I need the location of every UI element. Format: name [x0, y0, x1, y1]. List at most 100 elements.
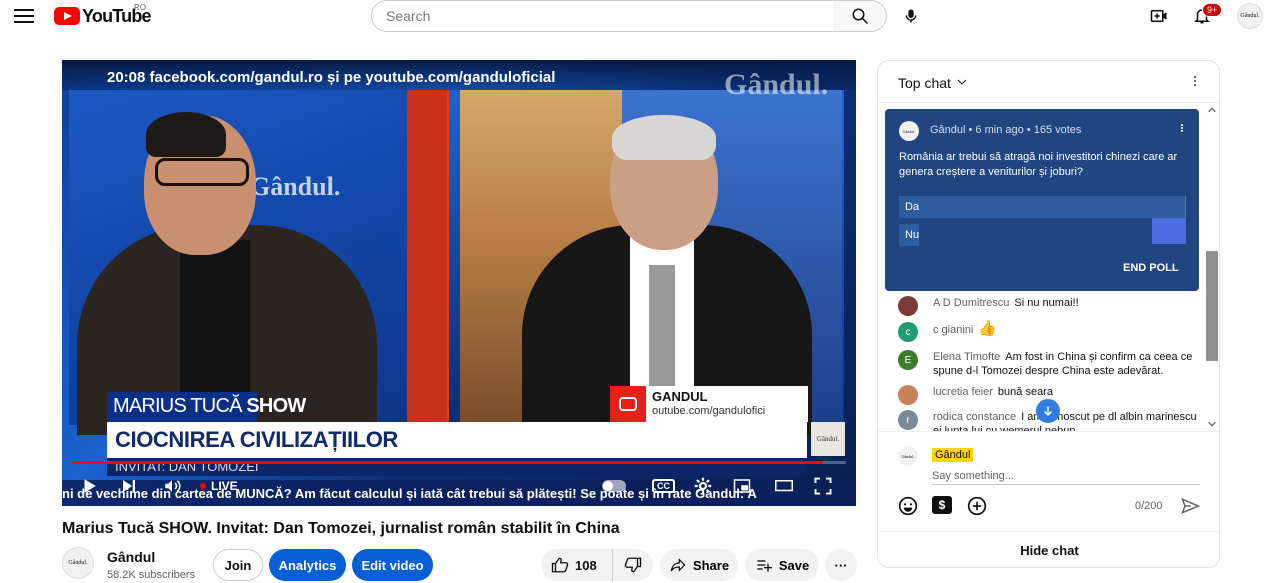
share-label: Share	[692, 557, 730, 573]
channel-tag-name: GANDUL	[652, 389, 708, 404]
settings-button[interactable]	[694, 472, 712, 500]
corner-logo: Gândul.	[811, 422, 845, 456]
search-input[interactable]	[386, 1, 826, 31]
channel-tag: GANDUL outube.com/gandulofici	[610, 386, 808, 422]
chat-mode-selector[interactable]: Top chat	[898, 75, 951, 91]
next-button[interactable]	[120, 472, 138, 500]
subtitles-button[interactable]: CC	[652, 479, 675, 493]
chat-message-text: bună seara	[997, 386, 1053, 398]
chat-author-name[interactable]: c gianini	[933, 324, 973, 336]
autoplay-toggle[interactable]	[602, 480, 626, 492]
show-name-right: SHOW	[246, 395, 306, 417]
menu-icon	[14, 9, 34, 11]
poll-option-label: Nu	[905, 229, 920, 241]
scroll-up-icon[interactable]	[1206, 105, 1218, 115]
gear-icon	[694, 477, 712, 495]
youtube-play-icon	[54, 7, 80, 25]
chat-composer: Gândul. Gândul $ 0/200	[878, 431, 1219, 531]
create-button[interactable]	[1146, 4, 1172, 28]
emoji-icon[interactable]	[898, 496, 918, 516]
channel-avatar[interactable]: Gândul.	[62, 547, 94, 579]
chat-author-name[interactable]: lucretia feier	[933, 386, 993, 398]
poll-option-label: Da	[905, 201, 920, 213]
account-avatar[interactable]: Gândul.	[1237, 3, 1263, 29]
studio-logo: Gândul.	[250, 172, 341, 201]
super-chat-button[interactable]: $	[932, 496, 952, 514]
play-button[interactable]	[80, 472, 98, 500]
arrow-down-icon	[1043, 406, 1053, 417]
fullscreen-button[interactable]	[814, 472, 832, 500]
progress-bar[interactable]	[72, 461, 846, 464]
chat-author-avatar	[898, 296, 918, 316]
chat-message-body: lucretia feier bună seara	[933, 385, 1053, 405]
country-code: RO	[134, 3, 146, 12]
channel-name[interactable]: Gândul	[107, 549, 155, 565]
volume-icon	[165, 480, 181, 492]
chat-header: Top chat	[878, 61, 1219, 103]
add-circle-icon[interactable]	[967, 496, 987, 516]
video-player[interactable]: Gândul. 20:08 facebook.com/gandul.ro și …	[62, 60, 856, 506]
edit-video-button[interactable]: Edit video	[352, 549, 433, 581]
show-name-banner: MARIUS TUCĂ SHOW	[107, 392, 306, 422]
live-indicator[interactable]: LIVE	[200, 472, 238, 500]
chat-message[interactable]: c c gianini 👍	[898, 321, 1198, 342]
player-controls: LIVE CC	[62, 472, 856, 502]
like-dislike-group: 108	[541, 549, 653, 581]
save-button[interactable]: Save	[745, 549, 819, 581]
chat-message-body: rodica constance I am cunoscut pe dl albi…	[933, 410, 1198, 432]
more-vert-icon[interactable]	[1177, 121, 1187, 135]
like-button[interactable]: 108	[541, 549, 613, 581]
analytics-button[interactable]: Analytics	[269, 549, 346, 581]
theater-mode-button[interactable]	[773, 472, 795, 500]
chat-message-body: c gianini 👍	[933, 321, 997, 342]
share-button[interactable]: Share	[660, 549, 738, 581]
save-label: Save	[778, 557, 810, 573]
poll-question: România ar trebui să atragă noi investit…	[899, 151, 1178, 178]
notification-badge: 9+	[1202, 3, 1223, 17]
miniplayer-icon	[733, 479, 751, 493]
search-button[interactable]	[833, 0, 887, 32]
youtube-tag-icon	[610, 386, 646, 422]
composer-avatar: Gândul.	[898, 446, 918, 466]
scroll-down-icon[interactable]	[1206, 419, 1218, 429]
more-actions-button[interactable]: ···	[825, 549, 857, 581]
poll-option-da[interactable]: Da	[899, 196, 1185, 218]
chat-message-body: Elena Timofte Am fost in China și confirm…	[933, 350, 1198, 378]
chat-scrollbar[interactable]	[1206, 251, 1218, 361]
playlist-add-icon	[757, 560, 772, 572]
poll-option-nu[interactable]: Nu	[899, 224, 919, 246]
chat-author-name[interactable]: rodica constance	[933, 411, 1016, 423]
search-icon	[852, 8, 868, 25]
jump-to-bottom-button[interactable]	[1036, 399, 1060, 423]
next-icon	[123, 480, 135, 492]
live-dot	[200, 483, 206, 489]
chat-message-input[interactable]	[932, 467, 1200, 485]
thumbs-up-icon	[551, 557, 569, 573]
chat-message[interactable]: A D Dumitrescu Si nu numai!!	[898, 296, 1198, 316]
play-icon	[84, 479, 96, 493]
menu-button[interactable]	[14, 6, 34, 24]
chat-author-name[interactable]: A D Dumitrescu	[933, 297, 1009, 309]
chat-message[interactable]: E Elena Timofte Am fost in China și confir…	[898, 350, 1198, 378]
search-box[interactable]	[371, 0, 834, 32]
chat-author-name[interactable]: Elena Timofte	[933, 351, 1000, 363]
end-poll-button[interactable]: END POLL	[1123, 262, 1179, 274]
fullscreen-icon	[814, 477, 832, 495]
mute-button[interactable]	[162, 472, 182, 500]
join-button[interactable]: Join	[213, 549, 263, 581]
chat-author-avatar	[898, 385, 918, 405]
share-icon	[670, 558, 686, 572]
composer-author-name: Gândul	[932, 448, 974, 462]
voice-search-button[interactable]	[897, 2, 925, 30]
more-vert-icon[interactable]	[1188, 73, 1202, 89]
dislike-button[interactable]	[613, 549, 653, 581]
video-top-banner-text: 20:08 facebook.com/gandul.ro și pe youtu…	[107, 69, 556, 86]
chevron-down-icon[interactable]	[956, 76, 968, 88]
episode-title-banner: CIOCNIREA CIVILIZAȚIILOR	[107, 422, 807, 458]
live-label: LIVE	[211, 479, 238, 493]
hide-chat-button[interactable]: Hide chat	[878, 531, 1219, 567]
poll-meta: Gândul • 6 min ago • 165 votes	[930, 124, 1082, 136]
miniplayer-button[interactable]	[732, 472, 752, 500]
top-header: YouTube RO 9+ Gândul.	[0, 0, 1280, 32]
send-icon[interactable]	[1180, 496, 1200, 516]
